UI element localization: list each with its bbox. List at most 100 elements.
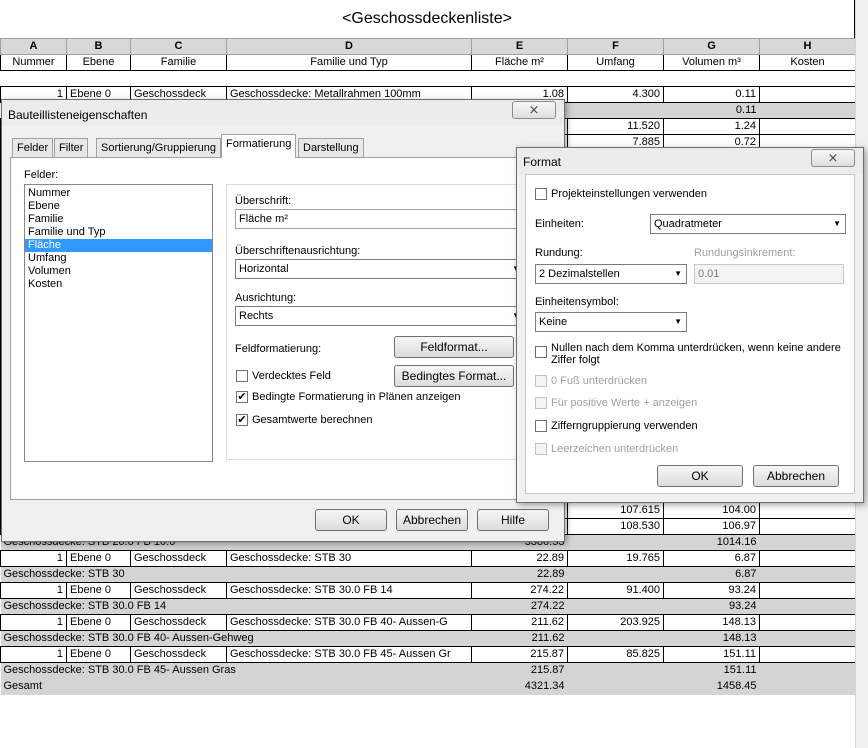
use-project-settings-checkbox[interactable] (535, 188, 547, 200)
list-item[interactable]: Nummer (25, 187, 212, 200)
cell[interactable]: 1.24 (663, 118, 760, 135)
column-header[interactable]: Ebene (66, 54, 131, 71)
column-header[interactable]: Volumen m³ (663, 54, 760, 71)
cell[interactable]: 151.11 (663, 646, 760, 663)
cell[interactable]: Geschossdecke: STB 30.0 FB 40- Aussen-G (226, 614, 472, 631)
cell[interactable]: Geschossdecke: STB 30.0 FB 14 (226, 582, 472, 599)
group-total-row[interactable]: Gesamt 4321.34 1458.45 (0, 678, 856, 695)
table-row[interactable]: 1 Ebene 0 Geschossdeck Geschossdecke: STB 3… (0, 550, 856, 567)
heading-orientation-dropdown[interactable]: Horizontal ▼ (235, 259, 525, 279)
cell[interactable]: 1 (0, 582, 67, 599)
suppress-trailing-zeros-checkbox[interactable] (535, 346, 547, 358)
format-ok-button[interactable]: OK (657, 465, 743, 487)
cell[interactable]: 203.925 (567, 614, 664, 631)
column-letter[interactable]: G (663, 38, 760, 55)
cell[interactable]: 104.00 (663, 502, 760, 519)
heading-input[interactable]: Fläche m² (235, 209, 525, 229)
column-letter[interactable]: D (226, 38, 472, 55)
group-total-row[interactable]: Geschossdecke: STB 30.0 FB 14 274.22 93.24 (0, 598, 856, 615)
cell[interactable]: 1 (0, 550, 67, 567)
cell[interactable]: Geschossdeck (130, 550, 227, 567)
digit-grouping-checkbox[interactable] (535, 420, 547, 432)
cell[interactable]: 1 (0, 614, 67, 631)
cell[interactable]: Ebene 0 (66, 614, 131, 631)
cell[interactable] (759, 502, 856, 519)
help-button[interactable]: Hilfe (477, 509, 549, 531)
cell[interactable]: 19.765 (567, 550, 664, 567)
tab-formatierung[interactable]: Formatierung (221, 134, 297, 158)
cell[interactable]: Ebene 0 (66, 582, 131, 599)
list-item[interactable]: Ebene (25, 200, 212, 213)
close-icon[interactable]: ⨯ (512, 101, 556, 119)
cell[interactable]: Geschossdeck (130, 582, 227, 599)
cell[interactable]: Geschossdeck (130, 646, 227, 663)
ok-button[interactable]: OK (315, 509, 387, 531)
tab-sortierung[interactable]: Sortierung/Gruppierung (96, 138, 221, 157)
show-conditional-formatting-checkbox[interactable]: ✔ (236, 391, 248, 403)
cell[interactable]: 106.97 (663, 518, 760, 535)
cell[interactable]: 0.11 (663, 86, 760, 103)
list-item[interactable]: Kosten (25, 278, 212, 291)
dialog-titlebar[interactable]: Bauteillisteneigenschaften ⨯ (2, 100, 564, 126)
cell[interactable] (759, 550, 856, 567)
cell[interactable]: Ebene 0 (66, 646, 131, 663)
cell[interactable]: 22.89 (471, 550, 568, 567)
cell[interactable] (759, 582, 856, 599)
column-header[interactable]: Familie und Typ (226, 54, 472, 71)
cell[interactable] (759, 518, 856, 535)
cell[interactable] (759, 118, 856, 135)
cell[interactable] (759, 646, 856, 663)
format-dialog-titlebar[interactable]: Format ⨯ (517, 148, 863, 174)
cell[interactable]: 108.530 (567, 518, 664, 535)
unit-symbol-dropdown[interactable]: Keine ▼ (535, 312, 687, 332)
cell[interactable]: 148.13 (663, 614, 760, 631)
column-letter[interactable]: A (0, 38, 67, 55)
cell[interactable]: 215.87 (471, 646, 568, 663)
cell[interactable]: 85.825 (567, 646, 664, 663)
list-item[interactable]: Volumen (25, 265, 212, 278)
column-letter[interactable]: H (759, 38, 856, 55)
field-format-button[interactable]: Feldformat... (394, 336, 514, 358)
format-cancel-button[interactable]: Abbrechen (753, 465, 839, 487)
cell[interactable]: 4.300 (567, 86, 664, 103)
column-letter[interactable]: F (567, 38, 664, 55)
column-letter[interactable]: B (66, 38, 131, 55)
fields-listbox[interactable]: Nummer Ebene Familie Familie und Typ Fläche U… (24, 184, 213, 462)
cell[interactable]: Ebene 0 (66, 550, 131, 567)
hidden-field-checkbox[interactable] (236, 370, 248, 382)
cell[interactable]: 93.24 (663, 582, 760, 599)
conditional-format-button[interactable]: Bedingtes Format... (394, 365, 514, 387)
rounding-dropdown[interactable]: 2 Dezimalstellen ▼ (535, 264, 687, 284)
units-dropdown[interactable]: Quadratmeter ▼ (650, 214, 846, 234)
column-header[interactable]: Nummer (0, 54, 67, 71)
close-icon[interactable]: ⨯ (811, 149, 855, 167)
group-total-row[interactable]: Geschossdecke: STB 30.0 FB 45- Aussen Gr… (0, 662, 856, 679)
calculate-totals-checkbox[interactable]: ✔ (236, 414, 248, 426)
list-item[interactable]: Fläche (25, 239, 212, 252)
cell[interactable] (759, 86, 856, 103)
tab-felder[interactable]: Felder (12, 138, 54, 157)
cell[interactable]: 211.62 (471, 614, 568, 631)
cell[interactable]: 107.615 (567, 502, 664, 519)
list-item[interactable]: Familie (25, 213, 212, 226)
cell[interactable]: Geschossdecke: STB 30.0 FB 45- Aussen Gr (226, 646, 472, 663)
list-item[interactable]: Familie und Typ (25, 226, 212, 239)
alignment-dropdown[interactable]: Rechts ▼ (235, 306, 525, 326)
tab-filter[interactable]: Filter (54, 138, 89, 157)
column-header[interactable]: Familie (130, 54, 227, 71)
group-total-row[interactable]: Geschossdecke: STB 30.0 FB 40- Aussen-Ge… (0, 630, 856, 647)
list-item[interactable]: Umfang (25, 252, 212, 265)
column-header[interactable]: Fläche m² (471, 54, 568, 71)
table-row[interactable]: 1 Ebene 0 Geschossdeck Geschossdecke: STB 3… (0, 646, 856, 663)
cell[interactable]: 91.400 (567, 582, 664, 599)
cell[interactable]: Geschossdecke: STB 30 (226, 550, 472, 567)
column-letter[interactable]: E (471, 38, 568, 55)
cell[interactable]: 11.520 (567, 118, 664, 135)
table-row[interactable]: 1 Ebene 0 Geschossdeck Geschossdecke: STB 3… (0, 614, 856, 631)
table-row[interactable]: 1 Ebene 0 Geschossdeck Geschossdecke: STB 3… (0, 582, 856, 599)
cell[interactable]: 6.87 (663, 550, 760, 567)
tab-darstellung[interactable]: Darstellung (298, 138, 364, 157)
cancel-button[interactable]: Abbrechen (396, 509, 468, 531)
cell[interactable]: 1 (0, 646, 67, 663)
column-header[interactable]: Umfang (567, 54, 664, 71)
